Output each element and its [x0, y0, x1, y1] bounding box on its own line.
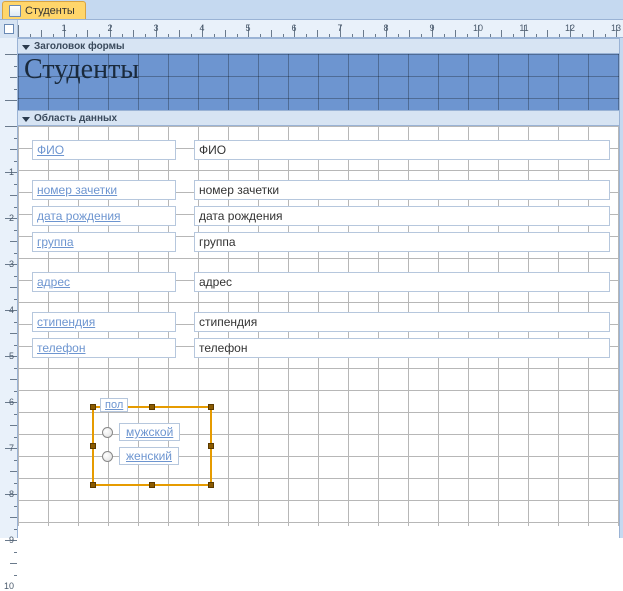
form-icon: [9, 5, 21, 17]
field-row: ФИО ФИО: [32, 140, 610, 160]
field-label[interactable]: ФИО: [32, 140, 176, 160]
detail-area[interactable]: пол мужской женский: [18, 126, 623, 526]
ruler-label: 7: [337, 23, 342, 33]
section-bar-detail[interactable]: Область данных: [18, 110, 623, 126]
collapse-icon: [22, 45, 30, 50]
ruler-select-all[interactable]: [0, 20, 18, 38]
field-label[interactable]: адрес: [32, 272, 176, 292]
ruler-label: 5: [245, 23, 250, 33]
form-header-area[interactable]: Студенты: [18, 54, 623, 110]
field-label[interactable]: стипендия: [32, 312, 176, 332]
radio-icon[interactable]: [102, 451, 113, 462]
field-row: телефон телефон: [32, 338, 610, 358]
ruler-label: 6: [9, 397, 14, 407]
field-row: номер зачетки номер зачетки: [32, 180, 610, 200]
collapse-icon: [22, 117, 30, 122]
ruler-label: 9: [429, 23, 434, 33]
resize-handle[interactable]: [90, 443, 96, 449]
field-textbox[interactable]: ФИО: [194, 140, 610, 160]
ruler-label: 3: [153, 23, 158, 33]
field-label[interactable]: дата рождения: [32, 206, 176, 226]
ruler-label: 10: [473, 23, 483, 33]
design-surface[interactable]: Заголовок формы Студенты Область данных …: [18, 38, 623, 538]
ruler-label: 4: [199, 23, 204, 33]
field-textbox[interactable]: телефон: [194, 338, 610, 358]
ruler-label: 5: [9, 351, 14, 361]
section-label: Заголовок формы: [34, 41, 125, 52]
vertical-ruler[interactable]: 12345678910: [0, 38, 18, 538]
field-row: группа группа: [32, 232, 610, 252]
option-label-male[interactable]: мужской: [119, 423, 180, 441]
ruler-label: 7: [9, 443, 14, 453]
resize-handle[interactable]: [208, 482, 214, 488]
ruler-label: 8: [9, 489, 14, 499]
field-textbox[interactable]: номер зачетки: [194, 180, 610, 200]
field-label[interactable]: телефон: [32, 338, 176, 358]
option-row[interactable]: женский: [102, 446, 202, 466]
field-row: стипендия стипендия: [32, 312, 610, 332]
tab-students[interactable]: Студенты: [2, 1, 86, 19]
option-row[interactable]: мужской: [102, 422, 202, 442]
ruler-label: 3: [9, 259, 14, 269]
resize-handle[interactable]: [208, 443, 214, 449]
option-label-female[interactable]: женский: [119, 447, 179, 465]
ruler-label: 4: [9, 305, 14, 315]
field-label[interactable]: группа: [32, 232, 176, 252]
resize-handle[interactable]: [149, 404, 155, 410]
resize-handle[interactable]: [90, 482, 96, 488]
form-right-edge[interactable]: [619, 38, 623, 538]
ruler-label: 6: [291, 23, 296, 33]
field-textbox[interactable]: дата рождения: [194, 206, 610, 226]
field-row: адрес адрес: [32, 272, 610, 292]
ruler-label: 8: [383, 23, 388, 33]
field-label[interactable]: номер зачетки: [32, 180, 176, 200]
ruler-label: 11: [519, 23, 528, 33]
ruler-label: 1: [9, 167, 14, 177]
option-group-gender[interactable]: пол мужской женский: [92, 406, 212, 486]
ruler-label: 9: [9, 535, 14, 545]
ruler-label: 1: [61, 23, 66, 33]
ruler-label: 2: [107, 23, 112, 33]
ruler-label: 2: [9, 213, 14, 223]
hruler-track: 12345678910111213: [18, 20, 623, 37]
tab-label: Студенты: [25, 5, 75, 17]
field-textbox[interactable]: адрес: [194, 272, 610, 292]
resize-handle[interactable]: [149, 482, 155, 488]
field-row: дата рождения дата рождения: [32, 206, 610, 226]
radio-icon[interactable]: [102, 427, 113, 438]
resize-handle[interactable]: [90, 404, 96, 410]
field-textbox[interactable]: группа: [194, 232, 610, 252]
section-label: Область данных: [34, 113, 117, 124]
form-title-label[interactable]: Студенты: [20, 54, 143, 86]
tab-bar: Студенты: [0, 0, 623, 20]
field-textbox[interactable]: стипендия: [194, 312, 610, 332]
section-bar-form-header[interactable]: Заголовок формы: [18, 38, 623, 54]
ruler-label: 12: [565, 23, 575, 33]
horizontal-ruler[interactable]: 12345678910111213: [0, 20, 623, 38]
option-group-legend[interactable]: пол: [100, 398, 128, 412]
ruler-label: 13: [611, 23, 621, 33]
resize-handle[interactable]: [208, 404, 214, 410]
ruler-label: 10: [4, 581, 14, 591]
